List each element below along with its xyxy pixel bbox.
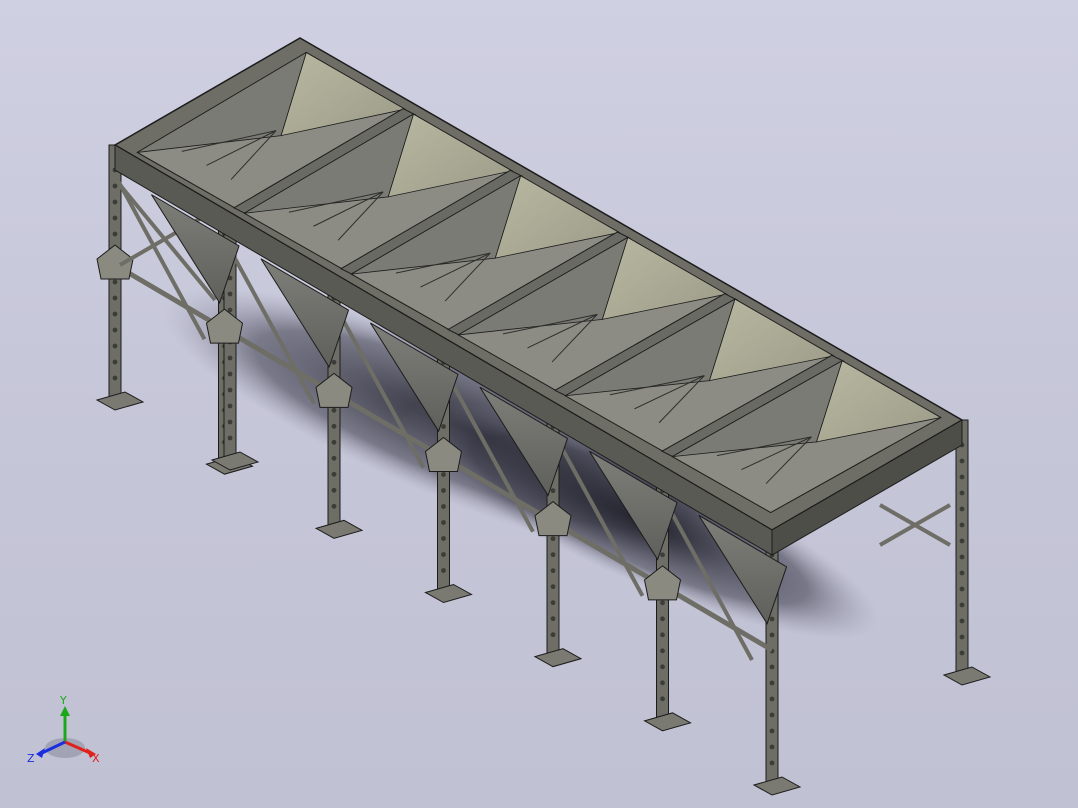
leg-hole xyxy=(959,554,965,560)
leg-hole xyxy=(112,327,118,333)
leg-base-plate xyxy=(942,666,992,686)
leg-hole xyxy=(959,650,965,656)
leg-hole xyxy=(660,616,665,622)
leg-hole xyxy=(959,458,965,464)
leg-hole xyxy=(112,231,118,237)
leg-hole xyxy=(112,215,118,221)
leg-hole xyxy=(227,403,233,409)
leg-hole xyxy=(959,602,965,608)
leg-hole xyxy=(112,343,118,349)
leg-hole xyxy=(112,359,118,365)
leg-hole xyxy=(441,568,446,573)
y-axis-arrow xyxy=(60,706,70,716)
leg-hole xyxy=(959,586,965,592)
leg-hole xyxy=(441,424,446,429)
leg-hole xyxy=(227,355,233,361)
leg-hole xyxy=(331,471,337,477)
leg-hole xyxy=(959,506,965,512)
leg-hole xyxy=(227,387,233,393)
leg-hole xyxy=(550,568,556,574)
leg-hole xyxy=(112,183,118,189)
leg-hole xyxy=(660,664,665,670)
leg-hole xyxy=(769,760,775,766)
leg-hole xyxy=(331,439,337,445)
leg-hole xyxy=(112,199,118,205)
leg-hole xyxy=(331,487,337,493)
leg-hole xyxy=(769,664,775,670)
leg-hole xyxy=(660,632,665,638)
leg-hole xyxy=(227,419,233,425)
leg-hole xyxy=(441,488,446,493)
z-axis-label: Z xyxy=(27,752,35,765)
leg-base-plate xyxy=(643,712,692,732)
leg-hole xyxy=(550,616,556,622)
leg-hole xyxy=(441,520,446,525)
leg-base-plate xyxy=(95,391,145,411)
leg-hole xyxy=(331,455,337,461)
leg-hole xyxy=(959,474,965,480)
leg-hole xyxy=(769,744,775,750)
leg-hole xyxy=(227,371,233,377)
leg-hole xyxy=(769,632,775,638)
leg-hole xyxy=(441,472,446,477)
leg-hole xyxy=(331,359,337,365)
leg-hole xyxy=(331,423,337,429)
x-axis-label: X xyxy=(92,752,100,765)
leg-hole xyxy=(660,680,665,686)
leg-hole xyxy=(769,696,775,702)
leg-hole xyxy=(112,311,118,317)
leg-hole xyxy=(660,600,665,606)
leg-hole xyxy=(441,552,446,557)
leg-hole xyxy=(959,570,965,576)
leg-hole xyxy=(331,407,337,413)
leg-hole xyxy=(660,696,665,702)
leg-hole xyxy=(112,295,118,301)
y-axis-label: Y xyxy=(59,694,67,707)
leg-base-plate xyxy=(752,776,802,796)
cad-viewport[interactable]: Y X Z xyxy=(0,0,1078,808)
leg-hole xyxy=(660,552,665,558)
leg-hole xyxy=(769,680,775,686)
leg-base-plate xyxy=(424,583,473,604)
leg-base-plate xyxy=(533,648,583,668)
leg-hole xyxy=(550,536,556,542)
leg-hole xyxy=(227,291,233,297)
leg-hole xyxy=(769,616,775,622)
leg-hole xyxy=(550,632,556,638)
orientation-triad[interactable]: Y X Z xyxy=(20,690,110,780)
leg-hole xyxy=(959,634,965,640)
leg-base-plate xyxy=(314,519,364,539)
leg-hole xyxy=(227,435,233,441)
leg-hole xyxy=(112,279,118,285)
leg-hole xyxy=(959,522,965,528)
leg-hole xyxy=(550,488,556,494)
leg-hole xyxy=(331,503,337,509)
leg-hole xyxy=(112,375,118,381)
leg-hole xyxy=(959,538,965,544)
leg-hole xyxy=(441,536,446,541)
leg-hole xyxy=(441,504,446,509)
leg-hole xyxy=(769,712,775,718)
leg-hole xyxy=(959,490,965,496)
leg-hole xyxy=(550,552,556,558)
leg-hole xyxy=(550,584,556,590)
leg-hole xyxy=(660,648,665,654)
leg-hole xyxy=(959,618,965,624)
leg-hole xyxy=(550,600,556,606)
hopper-model-canvas[interactable] xyxy=(0,0,1078,808)
leg-hole xyxy=(769,728,775,734)
